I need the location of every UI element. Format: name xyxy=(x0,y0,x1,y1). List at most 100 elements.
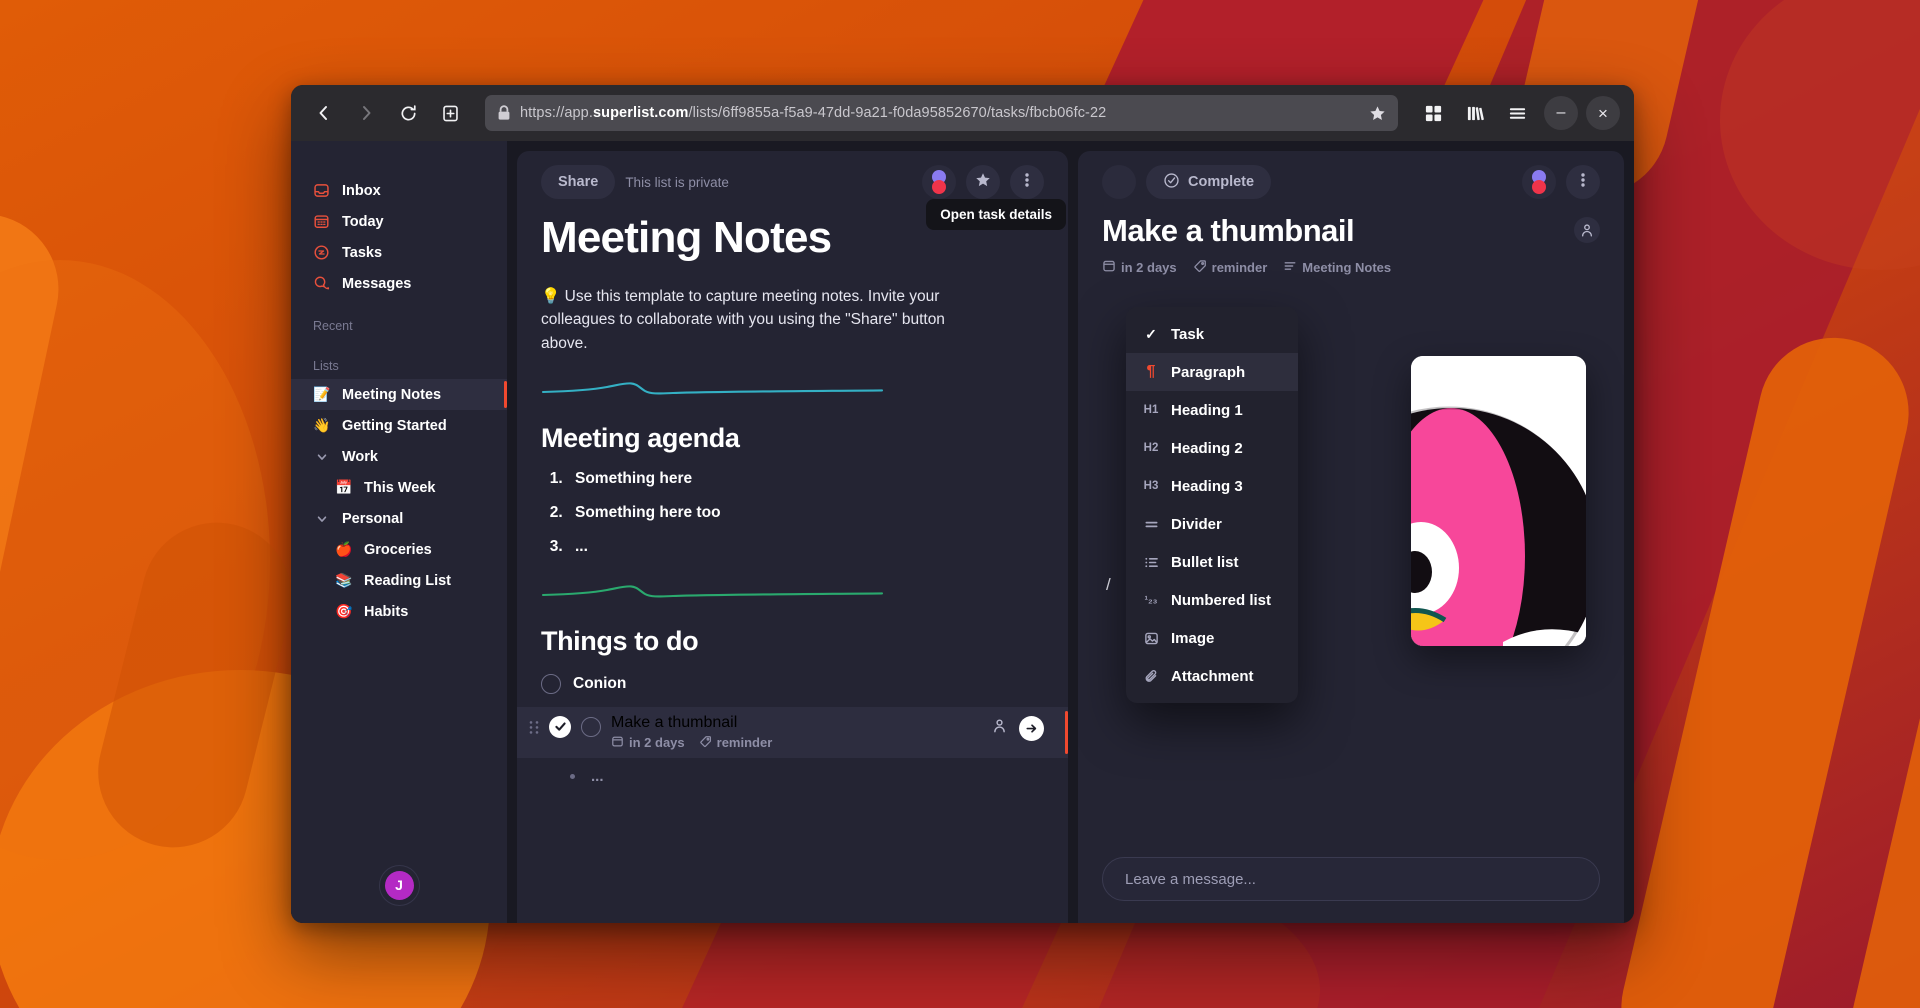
table-row[interactable]: Make a thumbnail in 2 days reminder xyxy=(517,706,1068,758)
forward-button[interactable] xyxy=(347,94,385,132)
list-item[interactable]: Conion xyxy=(517,665,1068,703)
tag-icon xyxy=(1193,259,1207,276)
lightbulb-icon: 💡 xyxy=(541,287,561,305)
tasks-icon xyxy=(313,244,330,261)
image-icon xyxy=(1142,631,1160,646)
todo-heading: Things to do xyxy=(541,625,699,656)
back-to-list-button[interactable] xyxy=(1102,165,1136,199)
browser-toolbar: https://app.superlist.com/lists/6ff9855a… xyxy=(291,85,1634,141)
due-date-chip[interactable]: in 2 days xyxy=(1102,259,1177,276)
menu-item-bullet-list[interactable]: Bullet list xyxy=(1126,543,1298,581)
list-item: ... xyxy=(567,538,1044,556)
library-icon[interactable] xyxy=(1456,94,1494,132)
sidebar-group-personal[interactable]: Personal xyxy=(291,503,507,534)
slash-command-menu[interactable]: ✓ Task ¶ Paragraph H1 Heading 1 H2 Headi… xyxy=(1126,307,1298,703)
reload-button[interactable] xyxy=(389,94,427,132)
bullet-icon xyxy=(570,773,575,779)
menu-item-numbered-list[interactable]: ¹₂₃ Numbered list xyxy=(1126,581,1298,619)
star-icon xyxy=(975,172,991,193)
sidebar-item-reading-list[interactable]: 📚 Reading List xyxy=(291,565,507,596)
collaborators-avatars[interactable] xyxy=(1522,165,1556,199)
open-task-details-button[interactable] xyxy=(1019,715,1044,741)
star-icon[interactable] xyxy=(1369,105,1386,122)
divider-squiggle-1 xyxy=(541,379,1044,401)
avatar-stack-icon xyxy=(922,165,956,199)
sidebar-item-inbox[interactable]: Inbox xyxy=(291,175,507,206)
sidebar-item-label: Reading List xyxy=(364,572,452,589)
back-button[interactable] xyxy=(305,94,343,132)
lock-icon xyxy=(497,105,511,121)
calendar-icon xyxy=(1102,259,1116,276)
list-icon xyxy=(1283,259,1297,276)
address-bar[interactable]: https://app.superlist.com/lists/6ff9855a… xyxy=(485,95,1398,131)
list-item: Something here too xyxy=(567,504,1044,522)
task-meta-row: in 2 days reminder Meeting Notes xyxy=(1102,259,1600,276)
due-date-label: in 2 days xyxy=(629,735,685,751)
sidebar-item-messages[interactable]: Messages xyxy=(291,268,507,299)
menu-item-paragraph[interactable]: ¶ Paragraph xyxy=(1126,353,1298,391)
sidebar-item-this-week[interactable]: 📅 This Week xyxy=(291,472,507,503)
todo-label: Make a thumbnail xyxy=(611,713,738,731)
agenda-heading: Meeting agenda xyxy=(541,422,740,453)
checkbox-unchecked-icon[interactable] xyxy=(541,673,561,694)
menu-item-image[interactable]: Image xyxy=(1126,619,1298,657)
kebab-menu-icon xyxy=(1025,172,1029,193)
sidebar-item-label: Meeting Notes xyxy=(342,386,442,403)
close-button[interactable]: × xyxy=(1586,96,1620,130)
task-pane-toolbar: Complete xyxy=(1078,151,1624,213)
numbered-list-icon: ¹₂₃ xyxy=(1144,594,1158,606)
message-input[interactable] xyxy=(1102,857,1600,901)
new-item-placeholder-row[interactable]: ... xyxy=(541,758,1044,785)
menu-item-task[interactable]: ✓ Task xyxy=(1126,315,1298,353)
parent-list-chip[interactable]: Meeting Notes xyxy=(1283,259,1391,276)
sidebar-item-label: Getting Started xyxy=(342,417,447,434)
complete-task-button[interactable] xyxy=(549,715,571,738)
collaborators-avatars[interactable] xyxy=(922,165,956,199)
books-icon: 📚 xyxy=(335,572,353,589)
complete-button[interactable]: Complete xyxy=(1146,165,1272,199)
menu-item-label: Attachment xyxy=(1171,667,1254,685)
todo-label: Conion xyxy=(573,674,627,692)
sidebar-group-work[interactable]: Work xyxy=(291,441,507,472)
assign-person-icon[interactable] xyxy=(992,718,1007,739)
avatar-stack-icon xyxy=(1522,165,1556,199)
reminder-chip[interactable]: reminder xyxy=(1193,259,1267,276)
hamburger-menu-icon[interactable] xyxy=(1498,94,1536,132)
sidebar-item-getting-started[interactable]: 👋 Getting Started xyxy=(291,410,507,441)
task-detail-pane: Complete Make a thumbnail in 2 days remi… xyxy=(1078,151,1624,923)
new-tab-button[interactable] xyxy=(431,94,469,132)
divider-icon xyxy=(1142,519,1160,530)
pilcrow-icon: ¶ xyxy=(1146,363,1156,380)
list-more-button[interactable] xyxy=(1010,165,1044,199)
avatar[interactable]: J xyxy=(384,870,414,900)
sidebar-item-meeting-notes[interactable]: 📝 Meeting Notes xyxy=(291,379,507,410)
grid-icon[interactable] xyxy=(1414,94,1452,132)
task-more-button[interactable] xyxy=(1566,165,1600,199)
sidebar-item-label: Groceries xyxy=(364,541,432,558)
sidebar-item-today[interactable]: Today xyxy=(291,206,507,237)
app-root: Inbox Today Tasks Messages Recent Lists … xyxy=(291,141,1634,923)
favorite-button[interactable] xyxy=(966,165,1000,199)
checkbox-unchecked-icon[interactable] xyxy=(581,716,601,737)
row-actions xyxy=(992,714,1044,741)
menu-item-divider[interactable]: Divider xyxy=(1126,505,1298,543)
sidebar-item-habits[interactable]: 🎯 Habits xyxy=(291,596,507,627)
attached-image[interactable] xyxy=(1411,356,1586,646)
menu-item-heading-3[interactable]: H3 Heading 3 xyxy=(1126,467,1298,505)
close-label: × xyxy=(1598,103,1608,123)
message-bar xyxy=(1102,857,1600,901)
sidebar-item-groceries[interactable]: 🍎 Groceries xyxy=(291,534,507,565)
task-header: Make a thumbnail in 2 days reminder Meet… xyxy=(1078,213,1624,276)
menu-item-label: Numbered list xyxy=(1171,591,1272,609)
share-button[interactable]: Share xyxy=(541,165,616,199)
menu-item-attachment[interactable]: Attachment xyxy=(1126,657,1298,695)
menu-item-heading-2[interactable]: H2 Heading 2 xyxy=(1126,429,1298,467)
assign-person-button[interactable] xyxy=(1574,217,1600,243)
drag-handle-icon[interactable] xyxy=(529,714,539,739)
menu-item-heading-1[interactable]: H1 Heading 1 xyxy=(1126,391,1298,429)
minimize-button[interactable]: – xyxy=(1544,96,1578,130)
memo-icon: 📝 xyxy=(313,386,331,403)
privacy-label: This list is private xyxy=(625,174,729,190)
sidebar-item-tasks[interactable]: Tasks xyxy=(291,237,507,268)
editor-caret-text[interactable]: / xyxy=(1106,575,1111,595)
